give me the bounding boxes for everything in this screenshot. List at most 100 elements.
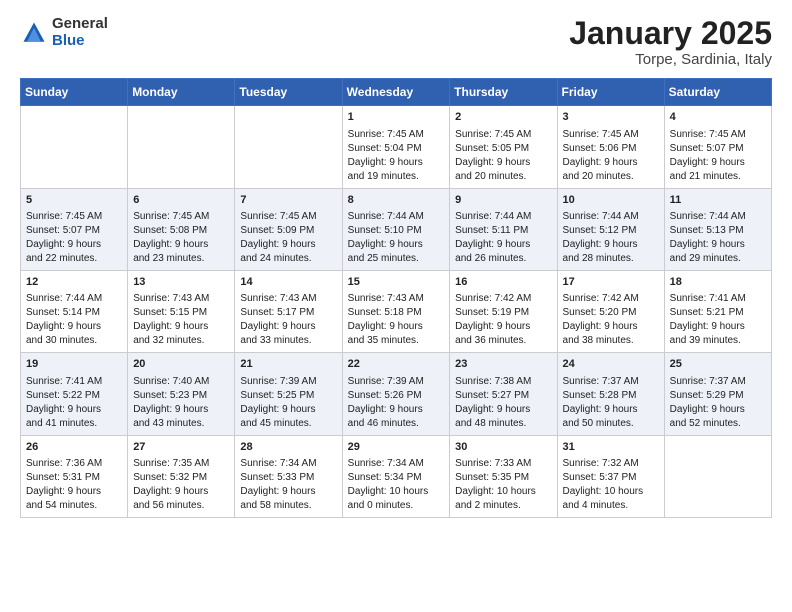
logo-text: General Blue	[52, 16, 108, 49]
calendar-table: SundayMondayTuesdayWednesdayThursdayFrid…	[20, 78, 772, 518]
calendar-day-1: 1 Sunrise: 7:45 AM Sunset: 5:04 PM Daylig…	[342, 106, 450, 188]
day-number: 22	[348, 357, 445, 372]
calendar-day-22: 22 Sunrise: 7:39 AM Sunset: 5:26 PM Dayli…	[342, 353, 450, 435]
calendar-day-7: 7 Sunrise: 7:45 AM Sunset: 5:09 PM Daylig…	[235, 188, 342, 270]
calendar-week-row: 5 Sunrise: 7:45 AM Sunset: 5:07 PM Daylig…	[21, 188, 772, 270]
calendar-day-29: 29Sunrise: 7:34 AM Sunset: 5:34 PM Dayli…	[342, 435, 450, 517]
day-number: 29	[348, 440, 445, 455]
calendar-day-18: 18Sunrise: 7:41 AM Sunset: 5:21 PM Dayli…	[664, 270, 771, 352]
calendar-day-31: 31Sunrise: 7:32 AM Sunset: 5:37 PM Dayli…	[557, 435, 664, 517]
day-number: 3	[563, 110, 659, 125]
calendar-day-13: 13Sunrise: 7:43 AM Sunset: 5:15 PM Dayli…	[128, 270, 235, 352]
calendar-day-27: 27 Sunrise: 7:35 AM Sunset: 5:32 PM Dayli…	[128, 435, 235, 517]
day-number: 25	[670, 357, 766, 372]
day-info: Sunrise: 7:43 AM Sunset: 5:18 PM Dayligh…	[348, 293, 424, 346]
calendar-day-8: 8 Sunrise: 7:44 AM Sunset: 5:10 PM Daylig…	[342, 188, 450, 270]
day-info: Sunrise: 7:44 AM Sunset: 5:14 PM Dayligh…	[26, 293, 102, 346]
day-number: 28	[240, 440, 336, 455]
calendar-week-row: 1 Sunrise: 7:45 AM Sunset: 5:04 PM Daylig…	[21, 106, 772, 188]
day-number: 21	[240, 357, 336, 372]
header: General Blue January 2025 Torpe, Sardini…	[20, 16, 772, 68]
day-info: Sunrise: 7:40 AM Sunset: 5:23 PM Dayligh…	[133, 376, 209, 429]
calendar-day-20: 20 Sunrise: 7:40 AM Sunset: 5:23 PM Dayli…	[128, 353, 235, 435]
day-info: Sunrise: 7:45 AM Sunset: 5:05 PM Dayligh…	[455, 129, 531, 182]
calendar-day-6: 6 Sunrise: 7:45 AM Sunset: 5:08 PM Daylig…	[128, 188, 235, 270]
column-header-friday: Friday	[557, 79, 664, 106]
calendar-day-14: 14 Sunrise: 7:43 AM Sunset: 5:17 PM Dayli…	[235, 270, 342, 352]
day-number: 4	[670, 110, 766, 125]
calendar-day-17: 17Sunrise: 7:42 AM Sunset: 5:20 PM Dayli…	[557, 270, 664, 352]
day-info: Sunrise: 7:45 AM Sunset: 5:04 PM Dayligh…	[348, 129, 424, 182]
day-number: 30	[455, 440, 551, 455]
calendar-header-row: SundayMondayTuesdayWednesdayThursdayFrid…	[21, 79, 772, 106]
logo-icon	[20, 19, 48, 47]
calendar-week-row: 19Sunrise: 7:41 AM Sunset: 5:22 PM Dayli…	[21, 353, 772, 435]
day-info: Sunrise: 7:35 AM Sunset: 5:32 PM Dayligh…	[133, 458, 209, 511]
calendar-empty-cell	[235, 106, 342, 188]
page: General Blue January 2025 Torpe, Sardini…	[0, 0, 792, 534]
calendar-day-28: 28Sunrise: 7:34 AM Sunset: 5:33 PM Dayli…	[235, 435, 342, 517]
calendar-day-21: 21 Sunrise: 7:39 AM Sunset: 5:25 PM Dayli…	[235, 353, 342, 435]
day-number: 1	[348, 110, 445, 125]
day-number: 23	[455, 357, 551, 372]
day-info: Sunrise: 7:37 AM Sunset: 5:28 PM Dayligh…	[563, 376, 639, 429]
calendar-day-25: 25 Sunrise: 7:37 AM Sunset: 5:29 PM Dayli…	[664, 353, 771, 435]
column-header-saturday: Saturday	[664, 79, 771, 106]
day-info: Sunrise: 7:45 AM Sunset: 5:07 PM Dayligh…	[670, 129, 746, 182]
day-info: Sunrise: 7:45 AM Sunset: 5:07 PM Dayligh…	[26, 211, 102, 264]
day-number: 14	[240, 275, 336, 290]
calendar-week-row: 12 Sunrise: 7:44 AM Sunset: 5:14 PM Dayli…	[21, 270, 772, 352]
calendar-day-15: 15 Sunrise: 7:43 AM Sunset: 5:18 PM Dayli…	[342, 270, 450, 352]
day-number: 16	[455, 275, 551, 290]
day-info: Sunrise: 7:39 AM Sunset: 5:26 PM Dayligh…	[348, 376, 424, 429]
day-number: 8	[348, 193, 445, 208]
column-header-sunday: Sunday	[21, 79, 128, 106]
day-number: 15	[348, 275, 445, 290]
column-header-monday: Monday	[128, 79, 235, 106]
calendar-day-11: 11Sunrise: 7:44 AM Sunset: 5:13 PM Dayli…	[664, 188, 771, 270]
day-info: Sunrise: 7:45 AM Sunset: 5:06 PM Dayligh…	[563, 129, 639, 182]
day-number: 13	[133, 275, 229, 290]
day-number: 20	[133, 357, 229, 372]
day-info: Sunrise: 7:44 AM Sunset: 5:11 PM Dayligh…	[455, 211, 531, 264]
day-info: Sunrise: 7:36 AM Sunset: 5:31 PM Dayligh…	[26, 458, 102, 511]
day-info: Sunrise: 7:41 AM Sunset: 5:21 PM Dayligh…	[670, 293, 746, 346]
calendar-empty-cell	[21, 106, 128, 188]
calendar-day-12: 12 Sunrise: 7:44 AM Sunset: 5:14 PM Dayli…	[21, 270, 128, 352]
day-info: Sunrise: 7:33 AM Sunset: 5:35 PM Dayligh…	[455, 458, 536, 511]
day-info: Sunrise: 7:37 AM Sunset: 5:29 PM Dayligh…	[670, 376, 746, 429]
calendar-day-16: 16Sunrise: 7:42 AM Sunset: 5:19 PM Dayli…	[450, 270, 557, 352]
calendar-day-3: 3 Sunrise: 7:45 AM Sunset: 5:06 PM Daylig…	[557, 106, 664, 188]
day-number: 11	[670, 193, 766, 208]
day-info: Sunrise: 7:44 AM Sunset: 5:10 PM Dayligh…	[348, 211, 424, 264]
day-number: 6	[133, 193, 229, 208]
logo-blue-text: Blue	[52, 33, 108, 50]
day-number: 31	[563, 440, 659, 455]
day-number: 24	[563, 357, 659, 372]
calendar-empty-cell	[664, 435, 771, 517]
day-number: 5	[26, 193, 122, 208]
logo: General Blue	[20, 16, 108, 49]
day-info: Sunrise: 7:45 AM Sunset: 5:08 PM Dayligh…	[133, 211, 209, 264]
day-number: 9	[455, 193, 551, 208]
day-number: 26	[26, 440, 122, 455]
day-number: 7	[240, 193, 336, 208]
calendar-day-24: 24 Sunrise: 7:37 AM Sunset: 5:28 PM Dayli…	[557, 353, 664, 435]
day-info: Sunrise: 7:41 AM Sunset: 5:22 PM Dayligh…	[26, 376, 102, 429]
calendar-day-2: 2Sunrise: 7:45 AM Sunset: 5:05 PM Daylig…	[450, 106, 557, 188]
column-header-wednesday: Wednesday	[342, 79, 450, 106]
calendar-location: Torpe, Sardinia, Italy	[569, 51, 772, 68]
calendar-day-23: 23 Sunrise: 7:38 AM Sunset: 5:27 PM Dayli…	[450, 353, 557, 435]
day-info: Sunrise: 7:38 AM Sunset: 5:27 PM Dayligh…	[455, 376, 531, 429]
day-info: Sunrise: 7:39 AM Sunset: 5:25 PM Dayligh…	[240, 376, 316, 429]
day-number: 17	[563, 275, 659, 290]
title-block: January 2025 Torpe, Sardinia, Italy	[569, 16, 772, 68]
column-header-thursday: Thursday	[450, 79, 557, 106]
calendar-empty-cell	[128, 106, 235, 188]
day-info: Sunrise: 7:43 AM Sunset: 5:17 PM Dayligh…	[240, 293, 316, 346]
calendar-title: January 2025	[569, 16, 772, 51]
day-number: 27	[133, 440, 229, 455]
calendar-day-10: 10Sunrise: 7:44 AM Sunset: 5:12 PM Dayli…	[557, 188, 664, 270]
day-number: 12	[26, 275, 122, 290]
day-info: Sunrise: 7:45 AM Sunset: 5:09 PM Dayligh…	[240, 211, 316, 264]
